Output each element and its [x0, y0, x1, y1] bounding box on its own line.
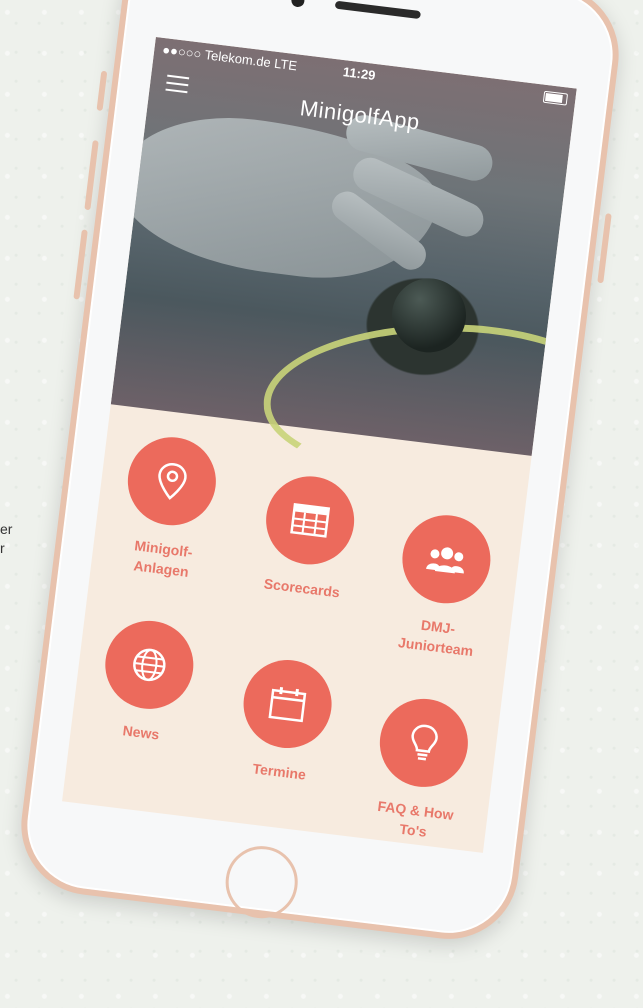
lightbulb-icon [411, 724, 438, 761]
tile-dmj-juniorteam[interactable]: DMJ- Juniorteam [365, 507, 521, 665]
globe-icon [133, 648, 166, 682]
tile-scorecards[interactable]: Scorecards [231, 468, 385, 606]
tile-faq-how-tos[interactable]: FAQ & How To's [342, 691, 498, 849]
tile-label: Scorecards [231, 569, 372, 606]
side-text-line-2: r [0, 540, 5, 556]
phone-device: ●●○○○ Telekom.de LTE 11:29 MinigolfApp M… [13, 0, 627, 947]
tile-minigolf-anlagen[interactable]: Minigolf- Anlagen [90, 429, 246, 587]
tile-label-text: Scorecards [263, 575, 341, 601]
tile-circle [122, 432, 221, 531]
tile-news[interactable]: News [70, 613, 224, 751]
menu-grid: Minigolf- Anlagen Scorecards DMJ- Junior… [64, 429, 529, 840]
status-time: 11:29 [342, 64, 377, 83]
tile-label-text: Minigolf- Anlagen [132, 537, 194, 580]
tile-label: Termine [209, 753, 350, 790]
hero-image: ●●○○○ Telekom.de LTE 11:29 MinigolfApp [109, 36, 577, 482]
background-side-text: er r [0, 520, 20, 558]
tile-circle [261, 471, 360, 570]
tile-label-text: Termine [251, 760, 307, 783]
group-icon [426, 547, 464, 574]
tile-label: News [70, 714, 211, 751]
tile-label: Minigolf- Anlagen [90, 530, 234, 587]
tile-label-text: DMJ- Juniorteam [397, 616, 475, 660]
tile-label-text: News [121, 722, 161, 743]
tile-circle [238, 654, 337, 754]
tile-circle [374, 693, 473, 792]
power-button [597, 213, 612, 284]
side-text-line-1: er [0, 521, 13, 537]
calendar-icon [268, 686, 307, 723]
location-pin-icon [158, 463, 187, 500]
tile-label: DMJ- Juniorteam [365, 608, 509, 665]
tile-circle [100, 615, 199, 714]
battery-icon [542, 90, 569, 106]
mute-switch [96, 70, 108, 112]
table-grid-icon [290, 503, 331, 538]
tile-termine[interactable]: Termine [209, 652, 363, 790]
tile-circle [397, 510, 496, 609]
